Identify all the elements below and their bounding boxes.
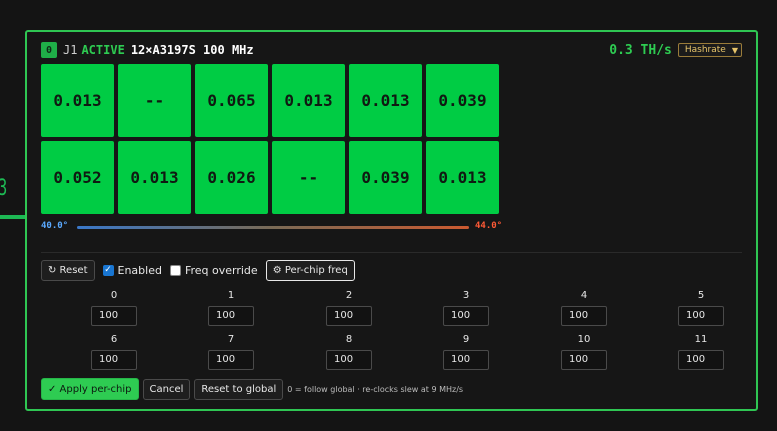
temperature-scale: 40.0° 44.0° [41, 221, 511, 233]
chip-freq-input[interactable]: 100 [326, 306, 372, 326]
per-chip-freq-button[interactable]: ⚙ Per-chip freq [265, 259, 355, 281]
chip-freq-input[interactable]: 100 [91, 350, 137, 370]
temp-gradient-bar [77, 226, 469, 229]
chip-index-label: 10 [577, 334, 591, 345]
divider [41, 252, 742, 253]
freq-cell: 6 100 [91, 334, 137, 370]
chip-index-label: 3 [462, 290, 470, 301]
chip-cell: 0.013 [349, 64, 422, 137]
chip-index-label: 8 [345, 334, 353, 345]
chip-index-label: 0 [110, 290, 118, 301]
chip-index-label: 4 [580, 290, 588, 301]
controls-bar: ↻ Reset ✓ Enabled Freq override ⚙ Per-ch… [41, 259, 355, 281]
chip-cell: 0.013 [41, 64, 114, 137]
chain-info: 12×A3197S 100 MHz [130, 43, 254, 57]
chip-freq-input[interactable]: 100 [561, 306, 607, 326]
enabled-checkbox[interactable]: ✓ Enabled [102, 263, 162, 277]
chip-cell: 0.026 [195, 141, 268, 214]
chip-cell: 0.013 [118, 141, 191, 214]
freq-cell: 3 100 [443, 290, 489, 326]
freq-cell: 0 100 [91, 290, 137, 326]
chip-cell: -- [272, 141, 345, 214]
metric-select[interactable]: Hashrate ▼ [677, 43, 742, 57]
hashrate-total: 0.3 TH/s [609, 42, 672, 58]
checkmark-icon[interactable]: ✓ [102, 264, 114, 276]
freq-cell: 4 100 [561, 290, 607, 326]
chip-index-label: 11 [694, 334, 708, 345]
chip-index-label: 1 [227, 290, 235, 301]
chip-freq-input[interactable]: 100 [678, 350, 724, 370]
chip-cell: 0.013 [426, 141, 499, 214]
freq-hint: 0 = follow global · re-clocks slew at 9 … [287, 384, 464, 394]
freq-cell: 9 100 [443, 334, 489, 370]
temp-max-label: 44.0° [475, 221, 503, 231]
chip-index-label: 6 [110, 334, 118, 345]
side-edge: 3 [0, 0, 26, 431]
chip-cell: -- [118, 64, 191, 137]
chip-cell: 0.039 [426, 64, 499, 137]
edge-connector [0, 215, 26, 219]
chip-cell: 0.013 [272, 64, 345, 137]
freq-override-label: Freq override [184, 263, 258, 277]
edge-digit: 3 [0, 176, 7, 201]
chip-freq-input[interactable]: 100 [326, 350, 372, 370]
chip-freq-input[interactable]: 100 [561, 350, 607, 370]
chain-panel: 0 J1 ACTIVE 12×A3197S 100 MHz 0.3 TH/s H… [25, 30, 758, 411]
freq-cell: 8 100 [326, 334, 372, 370]
apply-per-chip-button[interactable]: ✓ Apply per-chip [41, 378, 139, 400]
panel-header: 0 J1 ACTIVE 12×A3197S 100 MHz 0.3 TH/s H… [41, 40, 742, 60]
chain-index-badge: 0 [41, 42, 57, 58]
footer-actions: ✓ Apply per-chip Cancel Reset to global … [41, 378, 463, 400]
checkbox-box[interactable] [169, 264, 181, 276]
freq-cell: 1 100 [208, 290, 254, 326]
temp-min-label: 40.0° [41, 221, 69, 231]
reset-button[interactable]: ↻ Reset [41, 259, 95, 281]
chip-index-label: 5 [697, 290, 705, 301]
chip-freq-input[interactable]: 100 [443, 306, 489, 326]
chip-freq-input[interactable]: 100 [91, 306, 137, 326]
reset-to-global-button[interactable]: Reset to global [194, 378, 284, 400]
metric-select-value: Hashrate [684, 45, 726, 55]
freq-cell: 2 100 [326, 290, 372, 326]
cancel-button[interactable]: Cancel [142, 378, 191, 400]
chip-freq-input[interactable]: 100 [208, 306, 254, 326]
enabled-label: Enabled [117, 263, 162, 277]
chip-index-label: 9 [462, 334, 470, 345]
status-badge: ACTIVE [81, 43, 125, 57]
chip-freq-input[interactable]: 100 [443, 350, 489, 370]
freq-cell: 11 100 [678, 334, 724, 370]
chip-freq-input[interactable]: 100 [208, 350, 254, 370]
chip-cell: 0.039 [349, 141, 422, 214]
freq-cell: 5 100 [678, 290, 724, 326]
chip-index-label: 2 [345, 290, 353, 301]
chain-id: J1 [63, 43, 78, 57]
freq-cell: 7 100 [208, 334, 254, 370]
chevron-down-icon: ▼ [731, 45, 738, 55]
chip-cell: 0.065 [195, 64, 268, 137]
chip-cell: 0.052 [41, 141, 114, 214]
chip-grid: 0.013 -- 0.065 0.013 0.013 0.039 0.052 0.013 0.0… [41, 64, 499, 214]
chip-freq-input[interactable]: 100 [678, 306, 724, 326]
chip-index-label: 7 [227, 334, 235, 345]
freq-override-checkbox[interactable]: Freq override [169, 263, 258, 277]
freq-cell: 10 100 [561, 334, 607, 370]
